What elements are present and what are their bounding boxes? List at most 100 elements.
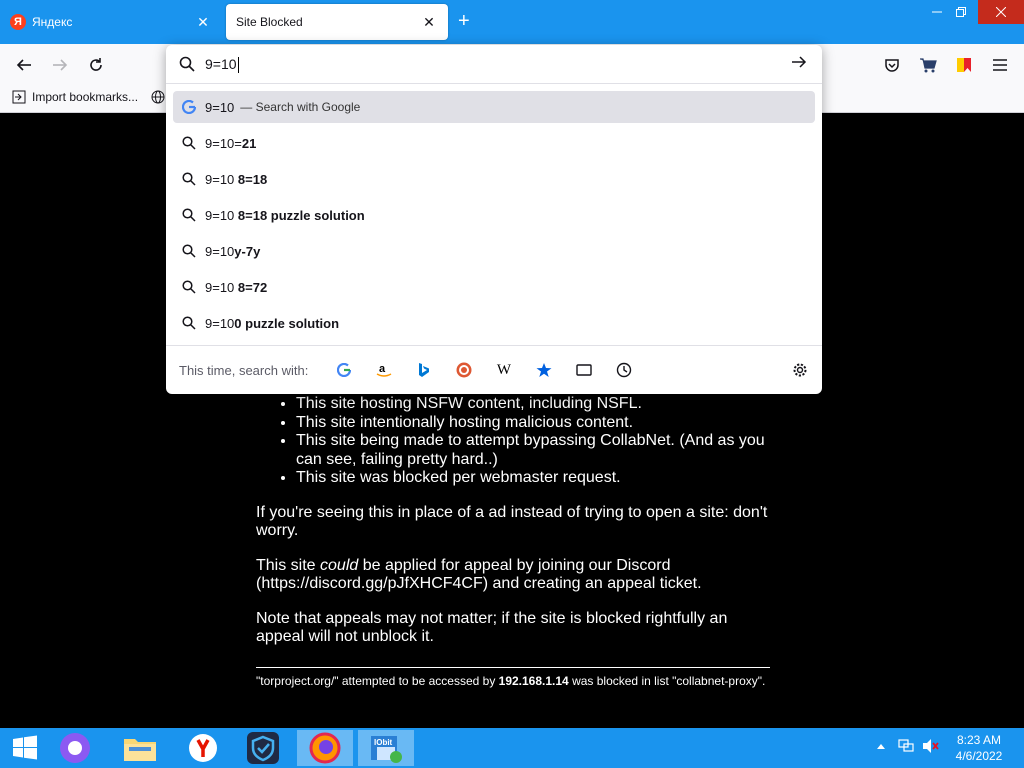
- yandex-browser-button[interactable]: [178, 730, 228, 766]
- history-icon[interactable]: [613, 359, 635, 381]
- search-icon: [179, 280, 199, 294]
- windows-logo-icon: [13, 735, 37, 760]
- suggestion-prefix: 9=10: [205, 279, 238, 295]
- iobit-icon: IObit: [371, 736, 402, 763]
- search-icon: [179, 172, 199, 186]
- urlbar-input-row[interactable]: 9=10: [166, 45, 822, 84]
- firefox-button[interactable]: [297, 730, 353, 766]
- globe-bookmark[interactable]: [151, 90, 165, 104]
- suggestion-prefix: 9=10: [205, 207, 238, 223]
- urlbar-dropdown: 9=10 9=10 — Search with Google 9=10= 21 9…: [166, 45, 822, 394]
- divider: [256, 666, 770, 668]
- vpn-app-button[interactable]: [238, 730, 288, 766]
- suggestion-item[interactable]: 9=10= 21: [173, 127, 815, 159]
- network-icon[interactable]: [898, 738, 914, 757]
- tab-site-blocked[interactable]: Site Blocked ✕: [226, 4, 448, 40]
- list-item: This site intentionally hosting maliciou…: [296, 414, 770, 433]
- wikipedia-icon[interactable]: W: [493, 359, 515, 381]
- chevron-up-icon: [877, 744, 885, 749]
- show-hidden-icons-button[interactable]: [876, 740, 886, 754]
- suggestion-completion: 21: [241, 135, 257, 151]
- back-button[interactable]: [12, 53, 36, 77]
- urlbar-input-value: 9=10: [205, 56, 237, 72]
- bookmarks-star-icon[interactable]: [533, 359, 555, 381]
- suggestion-completion: 8=18 puzzle solution: [237, 207, 365, 223]
- forward-arrow-icon: [53, 59, 68, 71]
- search-icon: [179, 56, 195, 72]
- appeal-warning-paragraph: Note that appeals may not matter; if the…: [256, 609, 728, 646]
- blocked-page-content: This site hosting NSFW content, includin…: [256, 395, 770, 690]
- urlbar-input[interactable]: 9=10: [205, 56, 239, 74]
- firefox-icon: [309, 732, 341, 764]
- iobit-icon-label: IObit: [374, 738, 393, 747]
- close-tab-icon[interactable]: ✕: [420, 14, 438, 31]
- tabs-icon[interactable]: [573, 359, 595, 381]
- alice-icon: [60, 733, 90, 763]
- suggestion-item[interactable]: 9=10 y-7y: [173, 235, 815, 267]
- suggestion-item[interactable]: 9=10 8=72: [173, 271, 815, 303]
- appeal-text-emphasis: could: [320, 556, 359, 574]
- iobit-button[interactable]: IObit: [358, 730, 414, 766]
- block-footer: "torproject.org/" attempted to be access…: [256, 672, 770, 690]
- suggestion-prefix: 9=10=: [205, 135, 242, 151]
- bookmark-flag-button[interactable]: [952, 53, 976, 77]
- forward-button[interactable]: [48, 53, 72, 77]
- footer-text-start: "torproject.org/" attempted to be access…: [256, 673, 499, 688]
- suggestion-subtext: — Search with Google: [240, 100, 361, 114]
- suggestion-text: 9=10: [205, 99, 235, 115]
- tab-label: Яндекс: [32, 15, 73, 29]
- suggestion-prefix: 9=10: [205, 315, 235, 331]
- duckduckgo-icon[interactable]: [453, 359, 475, 381]
- suggestion-prefix: 9=10: [205, 171, 238, 187]
- pocket-icon: [885, 59, 899, 72]
- google-icon[interactable]: [333, 359, 355, 381]
- menu-button[interactable]: [988, 53, 1012, 77]
- go-arrow-icon: [792, 56, 807, 68]
- restore-icon: [956, 7, 966, 17]
- import-icon: [12, 90, 26, 104]
- close-icon: [996, 7, 1006, 17]
- import-bookmarks-button[interactable]: Import bookmarks...: [12, 90, 138, 104]
- close-tab-icon[interactable]: ✕: [194, 14, 212, 31]
- tab-strip: Я Яндекс ✕ Site Blocked ✕ +: [0, 0, 1024, 44]
- globe-icon: [151, 90, 165, 104]
- ad-notice-paragraph: If you're seeing this in place of a ad i…: [256, 503, 768, 540]
- google-icon: [179, 100, 199, 114]
- clock-date: 4/6/2022: [955, 749, 1003, 763]
- tab-label: Site Blocked: [236, 15, 303, 29]
- suggestion-completion: 8=18: [237, 171, 268, 187]
- bing-icon[interactable]: [413, 359, 435, 381]
- suggestion-item[interactable]: 9=10 0 puzzle solution: [173, 307, 815, 339]
- go-button[interactable]: [791, 54, 807, 75]
- suggestion-search-with-google[interactable]: 9=10 — Search with Google: [173, 91, 815, 123]
- search-settings-icon[interactable]: [789, 359, 811, 381]
- suggestion-completion: 0 puzzle solution: [234, 315, 340, 331]
- volume-muted-icon[interactable]: [922, 738, 940, 757]
- block-reasons-list: This site hosting NSFW content, includin…: [256, 395, 770, 488]
- system-clock[interactable]: 8:23 AM 4/6/2022: [948, 732, 1010, 764]
- suggestion-item[interactable]: 9=10 8=18 puzzle solution: [173, 199, 815, 231]
- amazon-icon[interactable]: a: [373, 359, 395, 381]
- start-button[interactable]: [0, 730, 50, 766]
- shield-icon: [247, 732, 279, 764]
- search-icon: [179, 244, 199, 258]
- new-tab-button[interactable]: +: [458, 10, 470, 32]
- suggestion-item[interactable]: 9=10 8=18: [173, 163, 815, 195]
- yandex-favicon-icon: Я: [10, 14, 26, 30]
- cart-button[interactable]: [916, 53, 940, 77]
- file-explorer-button[interactable]: [115, 730, 165, 766]
- folder-icon: [124, 739, 156, 761]
- close-window-button[interactable]: [978, 0, 1024, 24]
- appeal-paragraph: This site could be applied for appeal by…: [256, 557, 770, 594]
- tab-yandex[interactable]: Я Яндекс ✕: [0, 4, 222, 40]
- svg-text:a: a: [379, 363, 386, 375]
- alice-assistant-button[interactable]: [50, 730, 100, 766]
- restore-button[interactable]: [944, 0, 978, 24]
- reload-button[interactable]: [84, 53, 108, 77]
- pocket-button[interactable]: [880, 53, 904, 77]
- hamburger-menu-icon: [993, 59, 1007, 71]
- import-bookmarks-label: Import bookmarks...: [32, 90, 139, 104]
- appeal-text-start: This site: [256, 556, 321, 574]
- footer-text-end: was blocked in list "collabnet-proxy".: [568, 673, 766, 688]
- yandex-browser-icon: [189, 734, 217, 762]
